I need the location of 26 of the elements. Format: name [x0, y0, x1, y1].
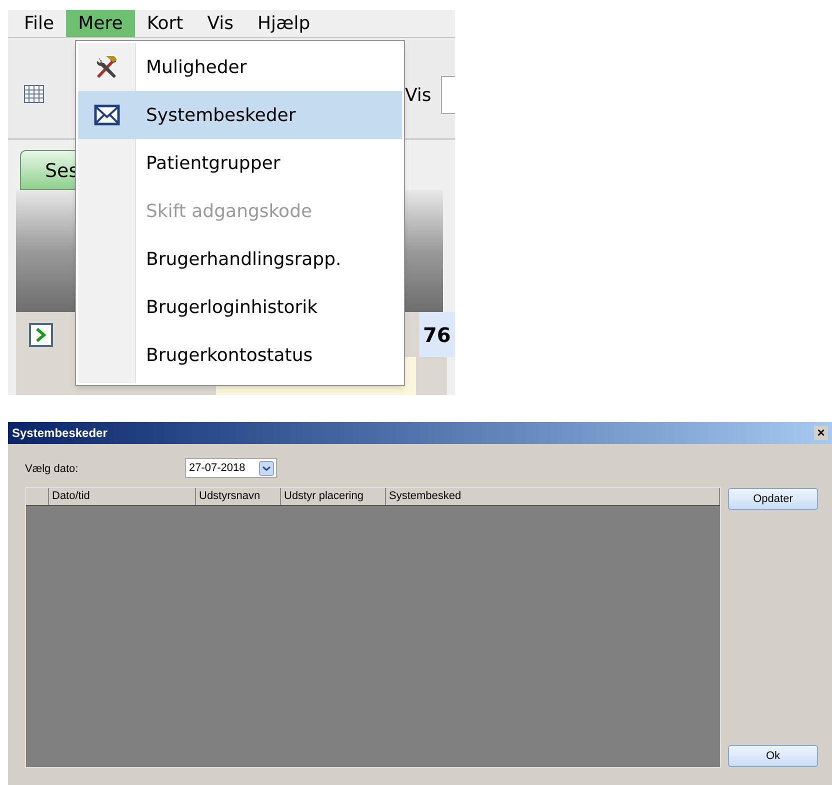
envelope-icon [94, 104, 120, 126]
window-title: Systembeskeder [12, 425, 108, 442]
column-header[interactable]: Udstyr placering [281, 488, 386, 505]
date-label: Vælg dato: [25, 462, 78, 477]
grid-icon[interactable] [24, 85, 44, 103]
menu-item[interactable]: Muligheder [78, 43, 402, 91]
ok-button[interactable]: Ok [728, 745, 818, 767]
column-header[interactable]: Systembesked [386, 488, 720, 505]
tools-icon [94, 54, 120, 80]
column-header[interactable]: Udstyrsnavn [196, 488, 281, 505]
menu-bar-item[interactable]: Hjælp [246, 10, 322, 37]
close-button[interactable]: × [814, 426, 828, 440]
view-label: Vis [405, 84, 432, 108]
table-cell: 76 [419, 312, 455, 357]
update-button[interactable]: Opdater [728, 488, 818, 510]
column-header[interactable]: Dato/tid [49, 488, 196, 505]
date-field[interactable]: 27-07-2018 [185, 458, 277, 478]
menu-item[interactable]: Systembeskeder [78, 91, 402, 139]
menu-bar-item[interactable]: Mere [66, 10, 135, 37]
menu-item[interactable]: Brugerloginhistorik [78, 283, 402, 331]
menu-item[interactable]: Brugerkontostatus [78, 331, 402, 379]
menu-item[interactable]: Brugerhandlingsrapp. [78, 235, 402, 283]
menu-bar-item[interactable]: Vis [195, 10, 246, 37]
menu-bar-item[interactable]: Kort [134, 10, 196, 37]
input-field[interactable] [441, 76, 455, 114]
menu-bar-item[interactable]: File [12, 10, 66, 37]
